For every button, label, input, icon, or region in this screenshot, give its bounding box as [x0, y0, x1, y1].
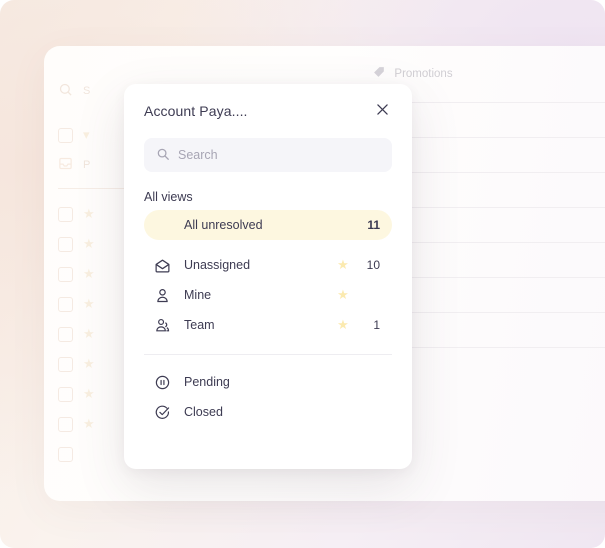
view-label: Team — [184, 318, 215, 332]
modal-divider — [144, 354, 392, 355]
views-modal: Account Paya.... All views All unresolve… — [124, 84, 412, 469]
search-container — [144, 138, 392, 172]
background-rail-label: P — [83, 159, 91, 171]
view-item-mine[interactable]: Mine ★ — [144, 280, 392, 310]
star-icon[interactable]: ★ — [332, 287, 354, 303]
checkbox-icon — [58, 446, 73, 462]
star-icon: ★ — [83, 206, 95, 221]
view-item-team[interactable]: Team ★ 1 — [144, 310, 392, 340]
view-label: Unassigned — [184, 258, 251, 272]
star-icon: ★ — [83, 326, 95, 341]
star-icon: ★ — [83, 236, 95, 251]
star-icon: ★ — [83, 296, 95, 311]
view-count: 10 — [366, 258, 380, 272]
star-icon: ★ — [83, 266, 95, 281]
people-group-icon — [154, 317, 176, 334]
view-item-all-unresolved[interactable]: All unresolved 11 — [144, 210, 392, 240]
background-search-label: S — [83, 85, 91, 97]
modal-header: Account Paya.... — [144, 84, 392, 130]
open-envelope-icon — [154, 257, 176, 274]
checkbox-icon — [58, 127, 73, 143]
view-item-pending[interactable]: Pending — [144, 367, 392, 397]
checkbox-icon — [58, 236, 73, 252]
checkbox-icon — [58, 206, 73, 222]
view-label: All unresolved — [184, 218, 263, 232]
section-label-all-views: All views — [144, 190, 193, 204]
view-label: Closed — [184, 405, 223, 419]
page-background: S ▾ P ★ ★ ★ ★ ★ ★ ★ ★ Promotions Account… — [0, 0, 605, 548]
page-title: Account Paya.... — [144, 103, 248, 119]
search-input[interactable] — [144, 138, 392, 172]
star-icon[interactable]: ★ — [332, 257, 354, 273]
star-icon: ★ — [83, 386, 95, 401]
checkbox-icon — [58, 326, 73, 342]
checkbox-icon — [58, 266, 73, 282]
star-icon[interactable]: ★ — [332, 317, 354, 333]
search-icon — [58, 82, 73, 100]
person-icon — [154, 287, 176, 304]
view-item-unassigned[interactable]: Unassigned ★ 10 — [144, 250, 392, 280]
view-item-closed[interactable]: Closed — [144, 397, 392, 427]
checkbox-icon — [58, 356, 73, 372]
tag-icon — [373, 66, 386, 82]
chevron-down-icon: ▾ — [83, 127, 90, 142]
view-count: 11 — [367, 218, 380, 232]
checkbox-icon — [58, 416, 73, 432]
close-button[interactable] — [372, 101, 392, 121]
view-label: Mine — [184, 288, 212, 302]
view-count: 1 — [373, 318, 380, 332]
inbox-icon — [58, 156, 73, 174]
group-gap — [144, 240, 392, 250]
view-label: Pending — [184, 375, 230, 389]
checkbox-icon — [58, 386, 73, 402]
modal-spacer — [144, 427, 392, 469]
background-tab-label: Promotions — [394, 68, 453, 80]
checkbox-icon — [58, 296, 73, 312]
star-icon: ★ — [83, 416, 95, 431]
check-circle-icon — [154, 404, 176, 421]
pause-circle-icon — [154, 374, 176, 391]
close-icon — [376, 102, 388, 120]
star-icon: ★ — [83, 356, 95, 371]
